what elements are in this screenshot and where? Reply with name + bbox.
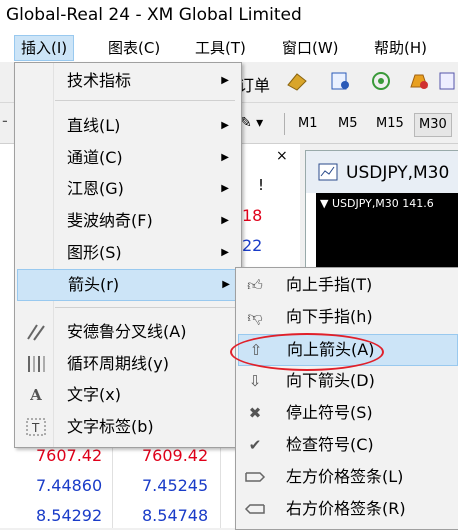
menu-item-label: 文字标签(b) <box>67 417 154 436</box>
submenu-item-check-sign[interactable]: ✔ 检查符号(C) <box>238 430 456 460</box>
menu-item-gann[interactable]: 江恩(G) ▶ <box>17 174 239 204</box>
submenu-arrow-icon: ▶ <box>221 120 229 131</box>
menu-item-cycle-lines[interactable]: 循环周期线(y) <box>17 349 239 379</box>
submenu-item-label: 检查符号(C) <box>286 435 374 454</box>
menu-help[interactable]: 帮助(H) <box>368 36 433 60</box>
menu-item-label: 文字(x) <box>67 385 121 404</box>
ask-price: 8.54748 <box>142 506 209 525</box>
submenu-arrow-icon: ▶ <box>221 152 229 163</box>
menu-item-text-label[interactable]: T 文字标签(b) <box>17 412 239 442</box>
left-price-label-icon <box>244 468 266 486</box>
bid-price: 7607.42 <box>36 446 103 465</box>
chart-symbol-info: ▼ USDJPY,M30 141.6 <box>320 197 434 210</box>
annotation-ellipse <box>230 333 384 371</box>
menu-item-label: 技术指标 <box>67 71 132 90</box>
market-icon[interactable] <box>408 71 430 91</box>
column-header-exclaim: ! <box>258 176 265 194</box>
menu-charts[interactable]: 图表(C) <box>102 36 166 60</box>
chart-title-bar[interactable]: USDJPY,M30 <box>306 151 458 193</box>
bid-price: 7.44860 <box>36 476 103 495</box>
arrow-down-icon: ⇩ <box>248 372 262 390</box>
chart-window-title: USDJPY,M30 <box>346 163 450 183</box>
pitchfork-icon <box>25 323 47 341</box>
submenu-item-thumbs-down[interactable]: 👎︎ 向下手指(h) <box>238 302 456 332</box>
menu-item-label: 箭头(r) <box>68 275 120 294</box>
bid-price: 8.54292 <box>36 506 103 525</box>
submenu-arrow-icon: ▶ <box>221 183 229 194</box>
timeframe-m30-button[interactable]: M30 <box>414 113 452 137</box>
expert-advisor-icon[interactable] <box>286 71 308 91</box>
menu-item-lines[interactable]: 直线(L) ▶ <box>17 111 239 141</box>
menu-item-channels[interactable]: 通道(C) ▶ <box>17 143 239 173</box>
new-order-button[interactable]: 订单 <box>238 72 270 96</box>
menu-window[interactable]: 窗口(W) <box>276 36 345 60</box>
menu-item-fibonacci[interactable]: 斐波纳奇(F) ▶ <box>17 206 239 236</box>
menu-item-indicators[interactable]: 技术指标 ▶ <box>17 66 239 96</box>
menu-item-label: 循环周期线(y) <box>67 354 169 373</box>
menu-item-label: 斐波纳奇(F) <box>67 211 153 230</box>
draw-tools-dropdown-icon[interactable]: ✎ ▾ <box>240 115 263 131</box>
timeframe-m1-button[interactable]: M1 <box>294 113 322 135</box>
strategy-tester-icon[interactable] <box>438 71 456 91</box>
menu-item-label: 通道(C) <box>67 148 123 167</box>
insert-menu-dropdown: 技术指标 ▶ 直线(L) ▶ 通道(C) ▶ 江恩(G) ▶ 斐波纳奇(F) ▶… <box>14 62 242 448</box>
text-icon: A <box>30 386 42 404</box>
menu-item-label: 直线(L) <box>67 116 121 135</box>
toolbar-divider <box>284 113 285 135</box>
chart-window-icon <box>318 163 338 181</box>
title-bar: Global-Real 24 - XM Global Limited <box>0 0 458 32</box>
submenu-arrow-icon: ▶ <box>221 247 229 258</box>
submenu-item-thumbs-up[interactable]: 👍︎ 向上手指(T) <box>238 270 456 300</box>
check-sign-icon: ✔ <box>248 436 262 454</box>
ask-price: 7609.42 <box>142 446 209 465</box>
menu-insert[interactable]: 插入(I) <box>14 35 75 61</box>
menu-item-shapes[interactable]: 图形(S) ▶ <box>17 238 239 268</box>
menu-tools[interactable]: 工具(T) <box>189 36 252 60</box>
submenu-item-label: 停止符号(S) <box>286 403 373 422</box>
ask-price: 7.45245 <box>142 476 209 495</box>
arrows-submenu: 👍︎ 向上手指(T) 👎︎ 向下手指(h) ⇧ 向上箭头(A) ⇩ 向下箭头(D… <box>235 267 458 530</box>
submenu-item-label: 向下手指(h) <box>286 307 373 326</box>
thumbs-up-icon: 👍︎ <box>247 276 263 294</box>
cycle-lines-icon <box>25 355 47 373</box>
timeframe-m5-button[interactable]: M5 <box>334 113 362 135</box>
autotrading-icon[interactable] <box>330 71 352 91</box>
menu-item-text[interactable]: A 文字(x) <box>17 380 239 410</box>
submenu-item-left-price-label[interactable]: 左方价格签条(L) <box>238 462 456 492</box>
menu-separator <box>55 307 235 308</box>
stop-sign-icon: ✖ <box>248 404 262 422</box>
submenu-arrow-icon: ▶ <box>221 75 229 86</box>
close-panel-button[interactable]: × <box>276 148 288 164</box>
submenu-arrow-icon: ▶ <box>222 279 230 290</box>
submenu-item-stop-sign[interactable]: ✖ 停止符号(S) <box>238 398 456 428</box>
submenu-item-label: 左方价格签条(L) <box>286 467 404 486</box>
submenu-item-label: 右方价格签条(R) <box>286 499 406 518</box>
submenu-item-right-price-label[interactable]: 右方价格签条(R) <box>238 494 456 524</box>
thumbs-down-icon: 👎︎ <box>247 308 263 326</box>
menu-separator <box>55 100 235 101</box>
menu-bar: 插入(I) 图表(C) 工具(T) 窗口(W) 帮助(H) <box>0 32 458 62</box>
menu-item-label: 安德鲁分叉线(A) <box>67 322 187 341</box>
menu-item-andrews-pitchfork[interactable]: 安德鲁分叉线(A) <box>17 317 239 347</box>
window-title: Global-Real 24 - XM Global Limited <box>6 5 302 25</box>
signal-icon[interactable] <box>370 71 392 91</box>
submenu-item-label: 向上手指(T) <box>286 275 373 294</box>
menu-item-arrows[interactable]: 箭头(r) ▶ <box>17 269 241 301</box>
menu-item-label: 江恩(G) <box>67 179 124 198</box>
svg-text:T: T <box>31 421 40 435</box>
submenu-item-arrow-down[interactable]: ⇩ 向下箭头(D) <box>238 366 456 396</box>
menu-item-label: 图形(S) <box>67 243 122 262</box>
right-price-label-icon <box>244 500 266 518</box>
toolbar-grip-icon: - <box>2 111 8 130</box>
submenu-arrow-icon: ▶ <box>221 215 229 226</box>
text-label-icon: T <box>25 418 47 436</box>
bid-price: 22 <box>242 236 263 255</box>
bid-price: 18 <box>242 206 263 225</box>
timeframe-m15-button[interactable]: M15 <box>372 113 408 135</box>
